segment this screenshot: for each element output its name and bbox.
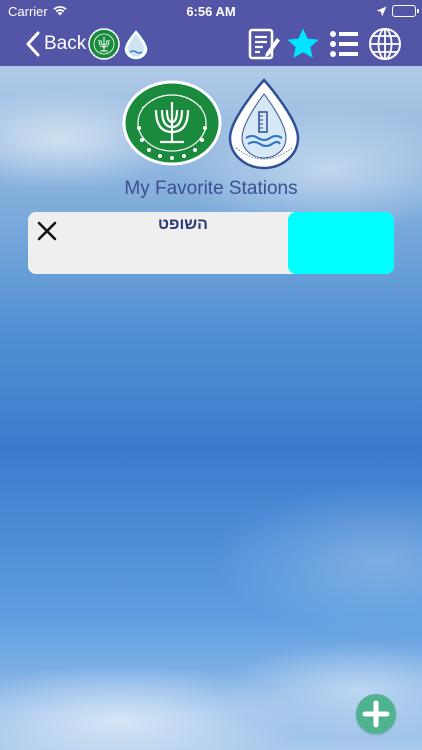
close-icon[interactable]: [36, 220, 58, 242]
chevron-left-icon: [26, 31, 40, 57]
list-icon[interactable]: [326, 26, 362, 62]
station-name: השופט: [158, 216, 208, 233]
edit-note-icon[interactable]: [246, 26, 282, 62]
nav-bar: Back: [0, 22, 422, 66]
station-card[interactable]: השופט: [28, 212, 394, 274]
plus-icon: [362, 700, 390, 728]
star-icon[interactable]: [285, 26, 321, 62]
station-color-swatch: [288, 212, 394, 274]
globe-icon[interactable]: [367, 26, 403, 62]
back-button[interactable]: Back: [26, 28, 86, 60]
battery-icon: [392, 5, 419, 17]
logos-row: [0, 78, 422, 170]
page-title: My Favorite Stations: [124, 178, 298, 199]
back-label: Back: [44, 33, 87, 54]
clock: 6:56 AM: [186, 4, 236, 19]
location-arrow-icon: [376, 5, 387, 20]
ministry-agriculture-logo-small: [88, 28, 120, 60]
water-drop-logo-small: [123, 28, 149, 60]
status-bar: Carrier 6:56 AM: [0, 0, 422, 22]
water-drop-logo: [228, 78, 300, 170]
add-station-button[interactable]: [356, 694, 396, 734]
ministry-agriculture-logo: [122, 80, 222, 166]
